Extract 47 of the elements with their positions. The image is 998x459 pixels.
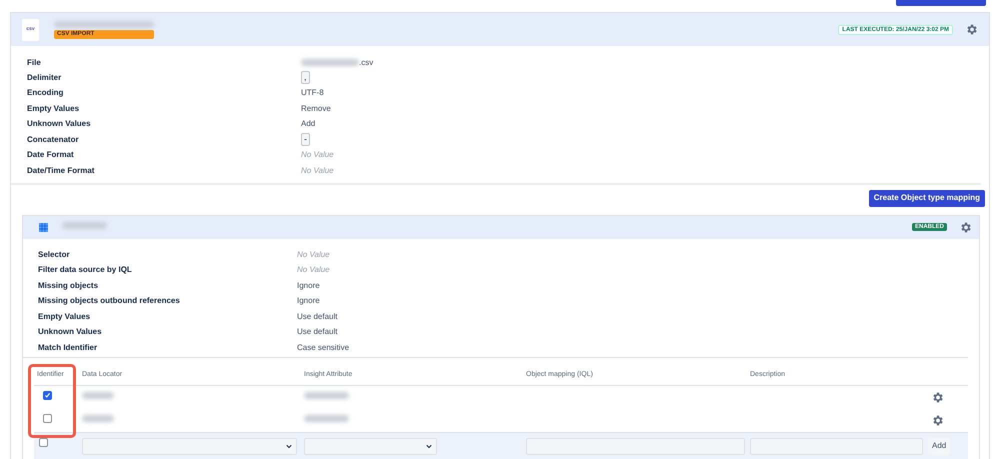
- blurred-text: [304, 392, 349, 399]
- field-label: Missing objects: [38, 280, 100, 292]
- blurred-text: [82, 392, 114, 399]
- empty-value: No Value: [297, 249, 330, 261]
- field-label: Missing objects outbound references: [38, 295, 181, 308]
- field-label: Match Identifier: [38, 342, 98, 354]
- empty-value: No Value: [297, 264, 330, 276]
- field-label: Delimiter: [27, 72, 62, 84]
- field-label: Filter data source by IQL: [38, 264, 133, 276]
- settings-icon[interactable]: [931, 414, 944, 426]
- field-label: Empty Values: [38, 310, 92, 323]
- empty-value: No Value: [301, 149, 334, 162]
- value-text: Add: [301, 118, 316, 130]
- grid-icon: [39, 222, 48, 232]
- field-label: Selector: [38, 249, 71, 261]
- blurred-text: [62, 222, 107, 229]
- settings-icon[interactable]: [931, 390, 944, 404]
- field-label: Unknown Values: [38, 326, 103, 338]
- settings-icon[interactable]: [959, 220, 972, 234]
- code-value: -: [301, 133, 310, 146]
- checkbox[interactable]: [43, 391, 52, 400]
- empty-value: No Value: [301, 164, 334, 177]
- field-label: File: [27, 56, 42, 68]
- field-label: Date Format: [27, 149, 75, 162]
- blurred-text: [301, 59, 359, 66]
- field-label: Date/Time Format: [27, 164, 96, 177]
- value-text: Ignore: [297, 295, 320, 308]
- settings-icon[interactable]: [965, 23, 978, 36]
- chevron-down-icon: [426, 443, 432, 449]
- add-button[interactable]: Add: [928, 438, 950, 454]
- value-text: UTF-8: [301, 87, 324, 100]
- code-value: ,: [301, 71, 310, 84]
- field-label: Empty Values: [27, 102, 80, 115]
- value-text: Ignore: [297, 280, 320, 292]
- field-label: Encoding: [27, 87, 64, 100]
- field-label: Unknown Values: [27, 118, 92, 130]
- checkbox[interactable]: [43, 414, 52, 422]
- blurred-text: [304, 415, 349, 422]
- value-text: Use default: [297, 326, 338, 338]
- create-mapping-button[interactable]: Create Object type mapping: [868, 190, 985, 206]
- value-text: Remove: [301, 102, 331, 115]
- field-label: Concatenator: [27, 134, 80, 146]
- value-text: Case sensitive: [297, 342, 350, 354]
- chevron-down-icon: [286, 443, 292, 449]
- blurred-text: [82, 415, 114, 422]
- value-text: .csv: [359, 56, 374, 68]
- value-text: Use default: [297, 310, 338, 323]
